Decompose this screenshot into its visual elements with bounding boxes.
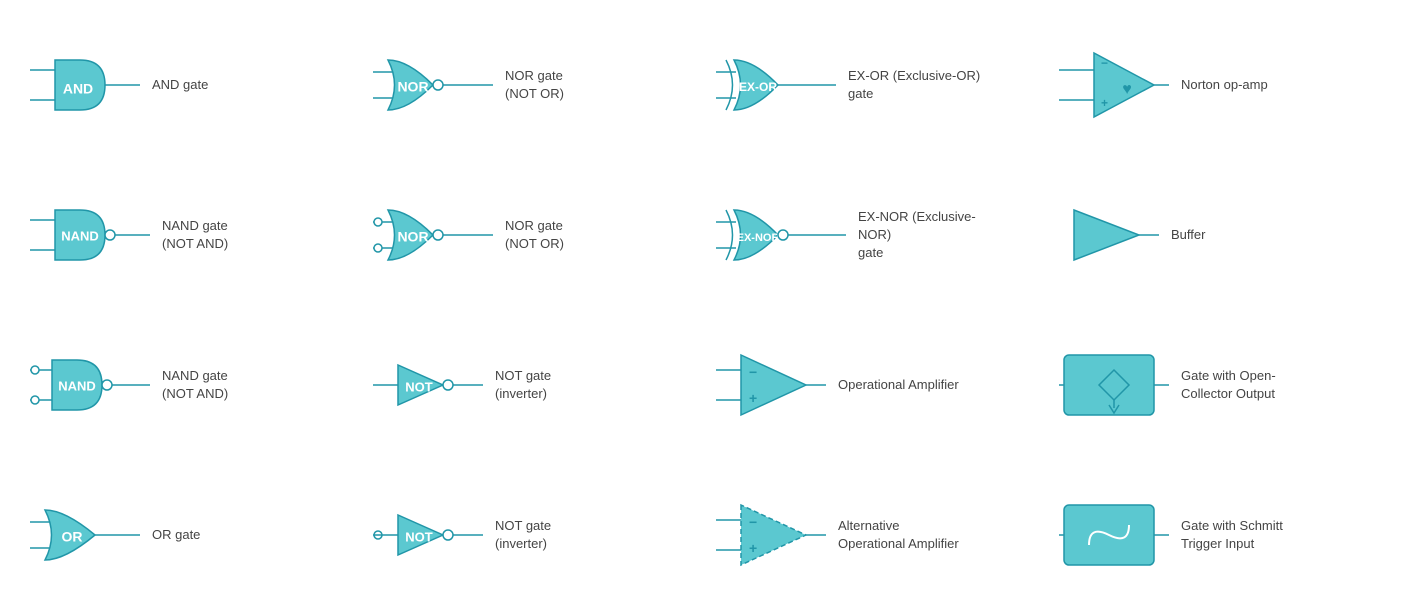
- opencollector-label: Gate with Open-Collector Output: [1181, 367, 1276, 403]
- alt-opamp: −+AlternativeOperational Amplifier: [706, 460, 1049, 610]
- and-gate: AND AND gate: [20, 10, 363, 160]
- nand-gate-1-label: NAND gate(NOT AND): [162, 217, 228, 253]
- not-gate-2-label: NOT gate(inverter): [495, 517, 551, 553]
- svg-text:+: +: [1101, 96, 1108, 110]
- svg-text:♥: ♥: [1122, 81, 1132, 98]
- opencollector-symbol: [1059, 345, 1169, 425]
- svg-text:OR: OR: [62, 529, 83, 545]
- nand-gate-1-symbol: NAND: [30, 200, 150, 270]
- main-grid: ANDAND gateNORNOR gate(NOT OR)EX-OREX-OR…: [0, 0, 1412, 600]
- exnor-gate-symbol: EX-NOR: [716, 200, 846, 270]
- svg-text:+: +: [749, 390, 757, 406]
- and-gate-label: AND gate: [152, 76, 208, 94]
- nor-gate-2: NOR NOR gate(NOT OR): [363, 160, 706, 310]
- opamp-label: Operational Amplifier: [838, 376, 959, 394]
- schmitt: Gate with SchmittTrigger Input: [1049, 460, 1392, 610]
- opencollector: Gate with Open-Collector Output: [1049, 310, 1392, 460]
- svg-text:+: +: [749, 540, 757, 556]
- exor-gate: EX-OR EX-OR (Exclusive-OR)gate: [706, 10, 1049, 160]
- nor-gate-1-symbol: NOR: [373, 50, 493, 120]
- svg-text:NOR: NOR: [397, 79, 428, 95]
- nand-gate-2: NAND NAND gate(NOT AND): [20, 310, 363, 460]
- not-gate-1-label: NOT gate(inverter): [495, 367, 551, 403]
- svg-text:−: −: [749, 514, 757, 530]
- svg-text:EX-NOR: EX-NOR: [737, 232, 780, 244]
- norton-opamp-label: Norton op-amp: [1181, 76, 1268, 94]
- nand-gate-2-symbol: NAND: [30, 350, 150, 420]
- svg-text:NOT: NOT: [405, 529, 433, 544]
- alt-opamp-symbol: −+: [716, 495, 826, 575]
- norton-opamp-symbol: − + ♥: [1059, 45, 1169, 125]
- not-gate-1-symbol: NOT: [373, 350, 483, 420]
- alt-opamp-label: AlternativeOperational Amplifier: [838, 517, 959, 553]
- svg-text:−: −: [749, 364, 757, 380]
- svg-text:NAND: NAND: [61, 228, 99, 243]
- svg-text:NOR: NOR: [397, 229, 428, 245]
- buffer-label: Buffer: [1171, 226, 1205, 244]
- nor-gate-2-symbol: NOR: [373, 200, 493, 270]
- svg-text:EX-OR: EX-OR: [739, 80, 777, 94]
- nor-gate-1: NOR NOR gate(NOT OR): [363, 10, 706, 160]
- and-gate-symbol: AND: [30, 50, 140, 120]
- schmitt-symbol: [1059, 495, 1169, 575]
- nor-gate-2-label: NOR gate(NOT OR): [505, 217, 564, 253]
- buffer: Buffer: [1049, 160, 1392, 310]
- or-gate: OR OR gate: [20, 460, 363, 610]
- norton-opamp: − + ♥ Norton op-amp: [1049, 10, 1392, 160]
- nand-gate-2-label: NAND gate(NOT AND): [162, 367, 228, 403]
- exor-gate-label: EX-OR (Exclusive-OR)gate: [848, 67, 980, 103]
- not-gate-1: NOT NOT gate(inverter): [363, 310, 706, 460]
- svg-text:NOT: NOT: [405, 379, 433, 394]
- exor-gate-symbol: EX-OR: [716, 50, 836, 120]
- svg-text:AND: AND: [63, 81, 93, 97]
- opamp-symbol: −+: [716, 345, 826, 425]
- or-gate-label: OR gate: [152, 526, 200, 544]
- exnor-gate: EX-NOR EX-NOR (Exclusive-NOR)gate: [706, 160, 1049, 310]
- or-gate-symbol: OR: [30, 500, 140, 570]
- not-gate-2: NOT NOT gate(inverter): [363, 460, 706, 610]
- nand-gate-1: NAND NAND gate(NOT AND): [20, 160, 363, 310]
- exnor-gate-label: EX-NOR (Exclusive-NOR)gate: [858, 208, 998, 263]
- svg-text:NAND: NAND: [58, 378, 96, 393]
- nor-gate-1-label: NOR gate(NOT OR): [505, 67, 564, 103]
- not-gate-2-symbol: NOT: [373, 500, 483, 570]
- buffer-symbol: [1059, 200, 1159, 270]
- schmitt-label: Gate with SchmittTrigger Input: [1181, 517, 1283, 553]
- svg-text:−: −: [1101, 56, 1108, 70]
- opamp: −+Operational Amplifier: [706, 310, 1049, 460]
